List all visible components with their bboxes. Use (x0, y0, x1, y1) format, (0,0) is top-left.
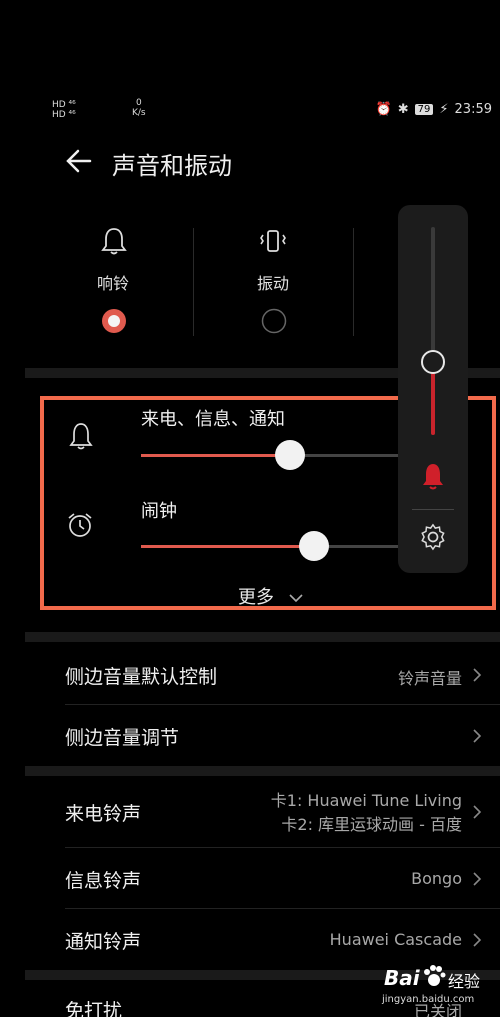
more-label: 更多 (238, 587, 274, 608)
watermark-url: jingyan.baidu.com (382, 994, 475, 1005)
vibrate-icon (260, 230, 286, 252)
chevron-down-icon (289, 594, 303, 603)
row-divider (65, 704, 500, 705)
alarm-status-icon: ⏰ (375, 102, 392, 117)
dnd-label: 免打扰 (65, 1000, 123, 1017)
chevron-right-icon (473, 668, 482, 682)
back-arrow-icon[interactable] (62, 143, 98, 179)
paw-icon (424, 965, 446, 986)
side-volume-adjust-label: 侧边音量调节 (65, 727, 180, 749)
mode-ring-label: 响铃 (96, 274, 129, 293)
message-tone-value: Bongo (411, 869, 462, 888)
chevron-right-icon (473, 933, 482, 947)
mode-divider (353, 228, 354, 336)
alarm-slider-fill (141, 545, 314, 548)
alarm-volume-slider[interactable] (141, 545, 403, 548)
ringer-volume-slider[interactable] (141, 454, 403, 457)
ringer-slider-fill (141, 454, 291, 457)
mode-divider (193, 228, 194, 336)
ringtone-row[interactable]: 来电铃声 卡1: Huawei Tune Living 卡2: 库里运球动画 -… (25, 778, 500, 846)
clock: 23:59 (454, 102, 492, 117)
charging-icon: ⚡ (439, 102, 449, 117)
volume-panel (398, 205, 468, 573)
baidu-watermark: Bai 经验 jingyan.baidu.com (378, 962, 500, 1017)
radio-selected[interactable] (101, 308, 127, 334)
message-tone-row[interactable]: 信息铃声 Bongo (25, 849, 500, 909)
ringtone-value: 卡1: Huawei Tune Living 卡2: 库里运球动画 - 百度 (271, 789, 462, 837)
ringtone-sim2: 卡2: 库里运球动画 - 百度 (281, 815, 462, 834)
chevron-right-icon (473, 872, 482, 886)
sim1-signal: HD ⁴⁶ (52, 100, 76, 110)
ringer-slider-label: 来电、信息、通知 (141, 409, 285, 430)
notification-tone-label: 通知铃声 (65, 931, 142, 953)
alarm-clock-icon (68, 513, 92, 537)
sim2-signal: HD ⁴⁶ (52, 110, 76, 120)
alarm-slider-label: 闹钟 (141, 501, 177, 522)
section-separator (25, 766, 500, 776)
row-divider (65, 847, 500, 848)
chevron-right-icon (473, 729, 482, 743)
message-tone-label: 信息铃声 (65, 870, 142, 892)
mode-vibrate-label: 振动 (256, 274, 289, 293)
radio-unselected[interactable] (261, 308, 287, 334)
net-speed-unit: K/s (132, 108, 146, 118)
ringtone-label: 来电铃声 (65, 803, 142, 825)
signal-indicators: HD ⁴⁶ HD ⁴⁶ (52, 100, 76, 120)
bell-icon[interactable] (420, 461, 446, 491)
net-speed-value: 0 (135, 98, 142, 108)
row-divider (65, 908, 500, 909)
bell-icon (69, 423, 93, 450)
panel-volume-track[interactable] (431, 227, 435, 435)
bluetooth-icon: ✱ (397, 102, 409, 117)
side-volume-default-label: 侧边音量默认控制 (65, 666, 218, 688)
alarm-slider-thumb[interactable] (298, 531, 329, 561)
page-title: 声音和振动 (112, 152, 232, 180)
mode-vibrate[interactable]: 振动 (233, 220, 313, 340)
network-speed: 0 K/s (132, 98, 146, 118)
bell-icon (101, 228, 127, 255)
battery-level: 79 (414, 104, 434, 115)
side-volume-adjust-row[interactable]: 侧边音量调节 (25, 706, 500, 766)
section-separator (25, 632, 500, 642)
notification-tone-row[interactable]: 通知铃声 Huawei Cascade (25, 910, 500, 970)
panel-volume-thumb[interactable] (421, 350, 445, 375)
chevron-right-icon (473, 805, 482, 819)
ringtone-sim1: 卡1: Huawei Tune Living (270, 791, 462, 810)
status-right: ⏰ ✱ 79 ⚡ 23:59 (376, 102, 492, 117)
watermark-brand2: 经验 (448, 972, 481, 991)
more-button[interactable]: 更多 (238, 583, 304, 609)
status-bar: HD ⁴⁶ HD ⁴⁶ 0 K/s ⏰ ✱ 79 ⚡ 23:59 (0, 96, 500, 126)
panel-divider (412, 509, 454, 510)
mode-ring[interactable]: 响铃 (73, 220, 153, 340)
gear-icon[interactable] (419, 523, 447, 551)
side-volume-default-row[interactable]: 侧边音量默认控制 铃声音量 (25, 645, 500, 705)
side-volume-default-value: 铃声音量 (397, 669, 462, 688)
watermark-brand: Bai (384, 966, 420, 990)
notification-tone-value: Huawei Cascade (329, 930, 462, 949)
